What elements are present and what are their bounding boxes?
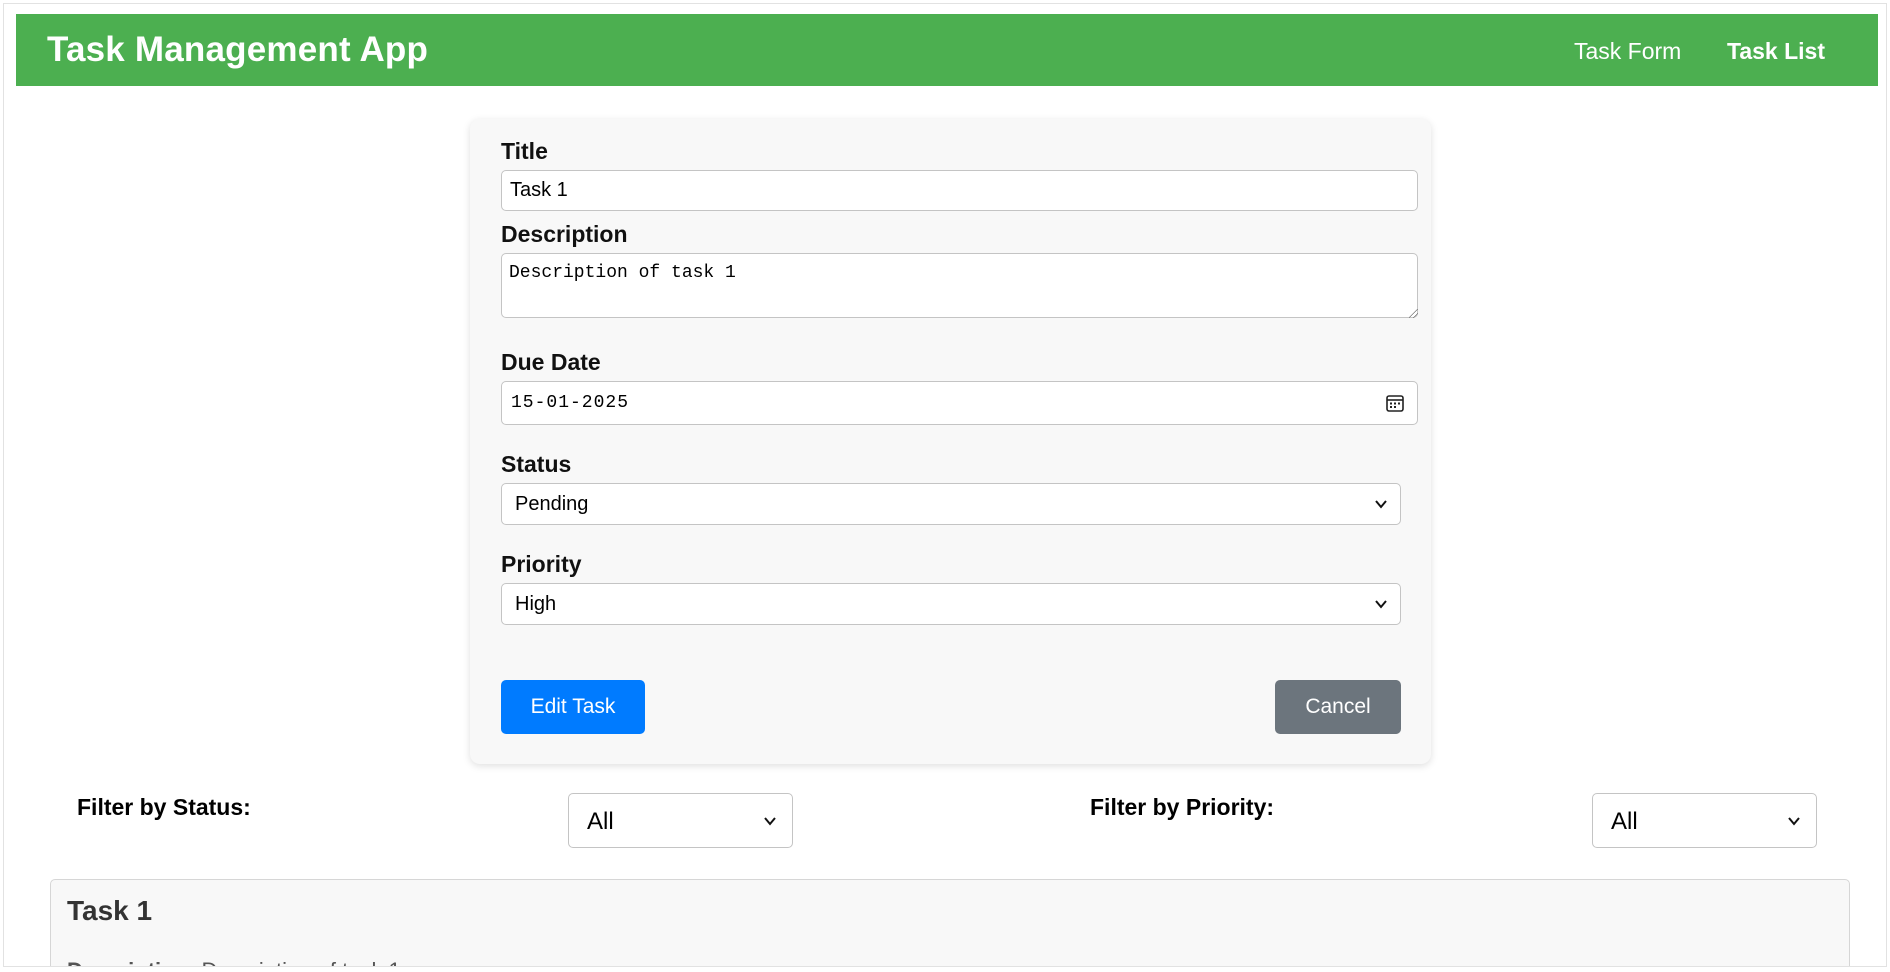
filter-priority-select[interactable]: All xyxy=(1592,793,1817,848)
priority-select-value: High xyxy=(515,593,557,615)
priority-select[interactable]: High xyxy=(501,583,1401,625)
priority-label: Priority xyxy=(501,551,582,577)
nav-link-task-list[interactable]: Task List xyxy=(1727,38,1825,65)
chevron-down-icon xyxy=(1788,817,1800,826)
task-title: Task 1 xyxy=(67,895,153,926)
filter-priority-value: All xyxy=(1611,808,1638,835)
description-label: Description xyxy=(501,221,628,247)
filter-status-value: All xyxy=(587,808,614,835)
calendar-icon[interactable] xyxy=(1385,393,1405,413)
nav-link-task-form[interactable]: Task Form xyxy=(1574,38,1681,65)
chevron-down-icon xyxy=(1375,600,1387,609)
title-input[interactable] xyxy=(501,170,1418,211)
chevron-down-icon xyxy=(1375,500,1387,509)
filter-priority-label: Filter by Priority: xyxy=(1090,794,1275,820)
due-date-label: Due Date xyxy=(501,349,601,375)
edit-task-button[interactable]: Edit Task xyxy=(501,680,645,734)
status-label: Status xyxy=(501,451,572,477)
app-title: Task Management App xyxy=(47,30,429,69)
task-card: Task 1 Description: Description of task … xyxy=(50,879,1850,966)
task-form: Title Description Description of task 1 … xyxy=(470,119,1431,764)
chevron-down-icon xyxy=(764,817,776,826)
browser-viewport: Task Management App Task Form Task List … xyxy=(3,3,1887,967)
due-date-input[interactable]: 15-01-2025 xyxy=(501,381,1418,425)
header-bar: Task Management App Task Form Task List xyxy=(16,14,1878,86)
task-description-label: Description: xyxy=(67,958,195,966)
task-description: Description: Description of task 1 xyxy=(67,958,401,966)
description-textarea[interactable]: Description of task 1 xyxy=(501,253,1418,318)
filter-status-select[interactable]: All xyxy=(568,793,793,848)
status-select-value: Pending xyxy=(515,493,589,515)
status-select[interactable]: Pending xyxy=(501,483,1401,525)
cancel-button[interactable]: Cancel xyxy=(1275,680,1401,734)
resize-grip-icon[interactable] xyxy=(1409,309,1418,318)
filter-status-label: Filter by Status: xyxy=(77,794,251,820)
title-label: Title xyxy=(501,138,548,164)
due-date-value: 15-01-2025 xyxy=(511,393,630,413)
task-description-text: Description of task 1 xyxy=(201,958,400,966)
